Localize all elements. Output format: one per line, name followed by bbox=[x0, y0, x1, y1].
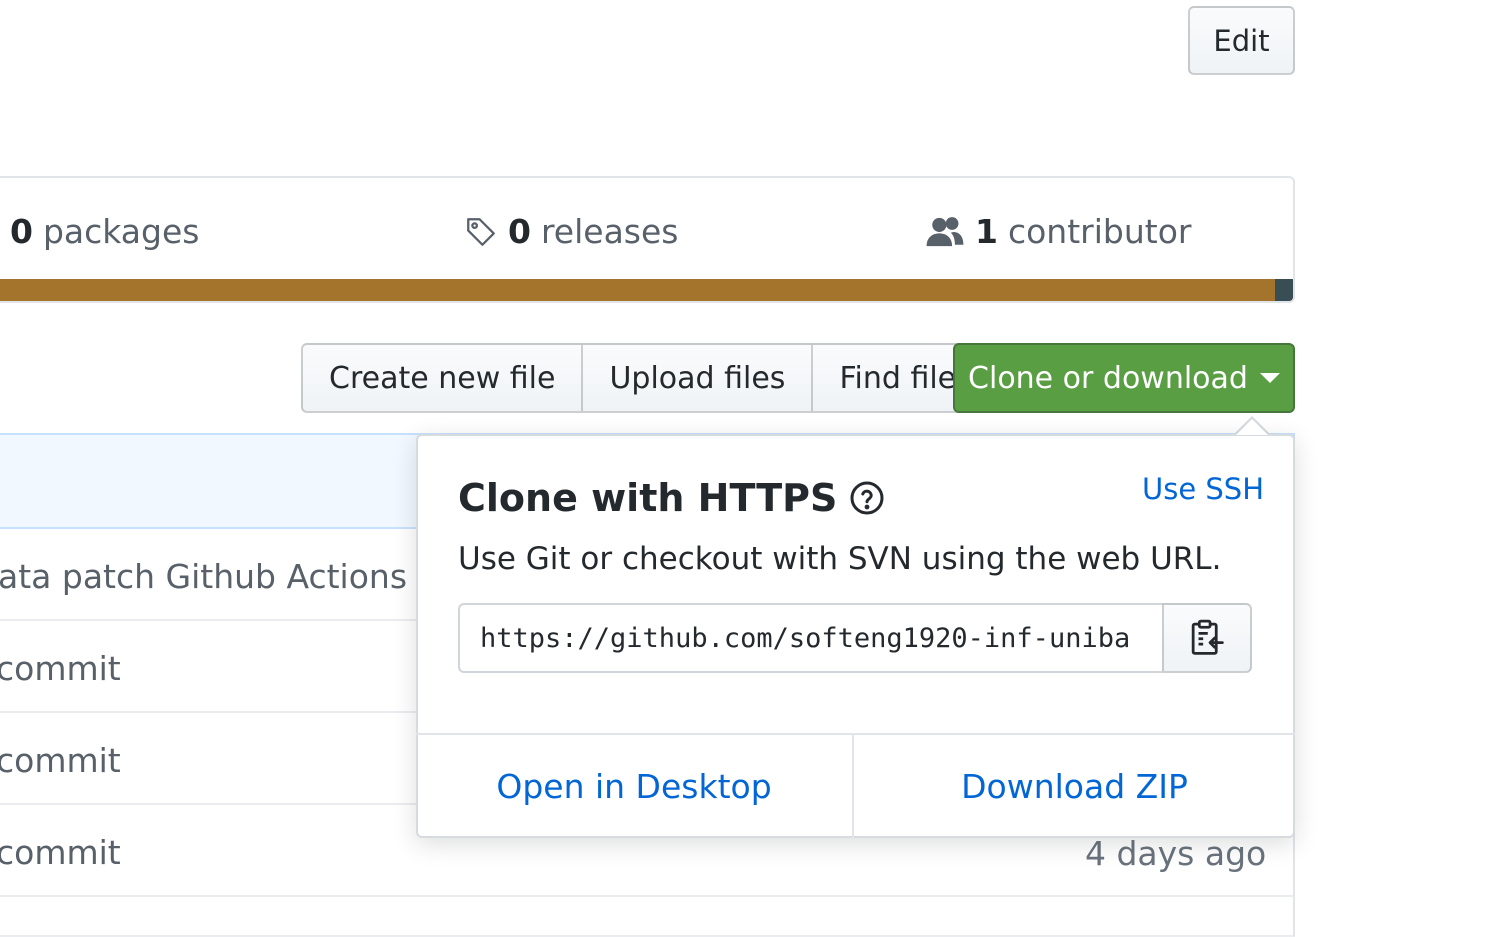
people-icon bbox=[926, 216, 964, 246]
edit-button[interactable]: Edit bbox=[1188, 6, 1295, 75]
packages-count: 0 bbox=[10, 212, 33, 251]
clone-description: Use Git or checkout with SVN using the w… bbox=[458, 541, 1222, 577]
file-actions-group: Create new file Upload files Find file bbox=[301, 343, 985, 413]
tag-icon bbox=[467, 217, 495, 246]
dropdown-caret-inner bbox=[1236, 419, 1268, 435]
question-icon[interactable] bbox=[849, 480, 885, 516]
caret-down-icon bbox=[1259, 373, 1280, 383]
clone-title: Clone with HTTPS bbox=[458, 476, 885, 520]
releases-label: releases bbox=[540, 212, 679, 251]
open-in-desktop-button[interactable]: Open in Desktop bbox=[416, 735, 854, 838]
clone-or-download-button[interactable]: Clone or download bbox=[953, 343, 1295, 413]
create-new-file-button[interactable]: Create new file bbox=[301, 343, 584, 413]
releases-count: 0 bbox=[508, 212, 531, 251]
language-bar-secondary[interactable] bbox=[1275, 279, 1293, 301]
copy-to-clipboard-button[interactable] bbox=[1162, 603, 1252, 673]
clone-dropdown-footer: Open in Desktop Download ZIP bbox=[416, 733, 1295, 838]
clone-url-input[interactable]: https://github.com/softeng1920-inf-uniba bbox=[458, 603, 1164, 673]
clone-button-label: Clone or download bbox=[968, 360, 1248, 396]
language-bar[interactable] bbox=[0, 279, 1293, 301]
clone-title-text: Clone with HTTPS bbox=[458, 476, 838, 520]
packages-label: packages bbox=[42, 212, 200, 251]
download-zip-button[interactable]: Download ZIP bbox=[854, 735, 1295, 838]
commit-message[interactable]: commit bbox=[0, 833, 121, 872]
contributors-count: 1 bbox=[975, 212, 998, 251]
commit-message[interactable]: commit bbox=[0, 649, 121, 688]
commit-message[interactable]: ata patch Github Actions bbox=[0, 557, 407, 596]
file-row[interactable] bbox=[0, 897, 1295, 937]
contributors-summary[interactable]: 1 contributor bbox=[925, 212, 1191, 251]
upload-files-button[interactable]: Upload files bbox=[581, 343, 814, 413]
clone-url-value: https://github.com/softeng1920-inf-uniba bbox=[480, 622, 1131, 654]
use-ssh-link[interactable]: Use SSH bbox=[1142, 472, 1264, 506]
commit-message[interactable]: commit bbox=[0, 741, 121, 780]
releases-summary[interactable]: 0 releases bbox=[464, 212, 679, 251]
commit-age: 4 days ago bbox=[1085, 834, 1267, 873]
contributors-label: contributor bbox=[1007, 212, 1192, 251]
packages-summary[interactable]: 0 packages bbox=[10, 212, 199, 251]
numbers-summary: 0 packages 0 releases 1 contributor bbox=[0, 176, 1295, 303]
clipboard-icon bbox=[1191, 619, 1224, 655]
